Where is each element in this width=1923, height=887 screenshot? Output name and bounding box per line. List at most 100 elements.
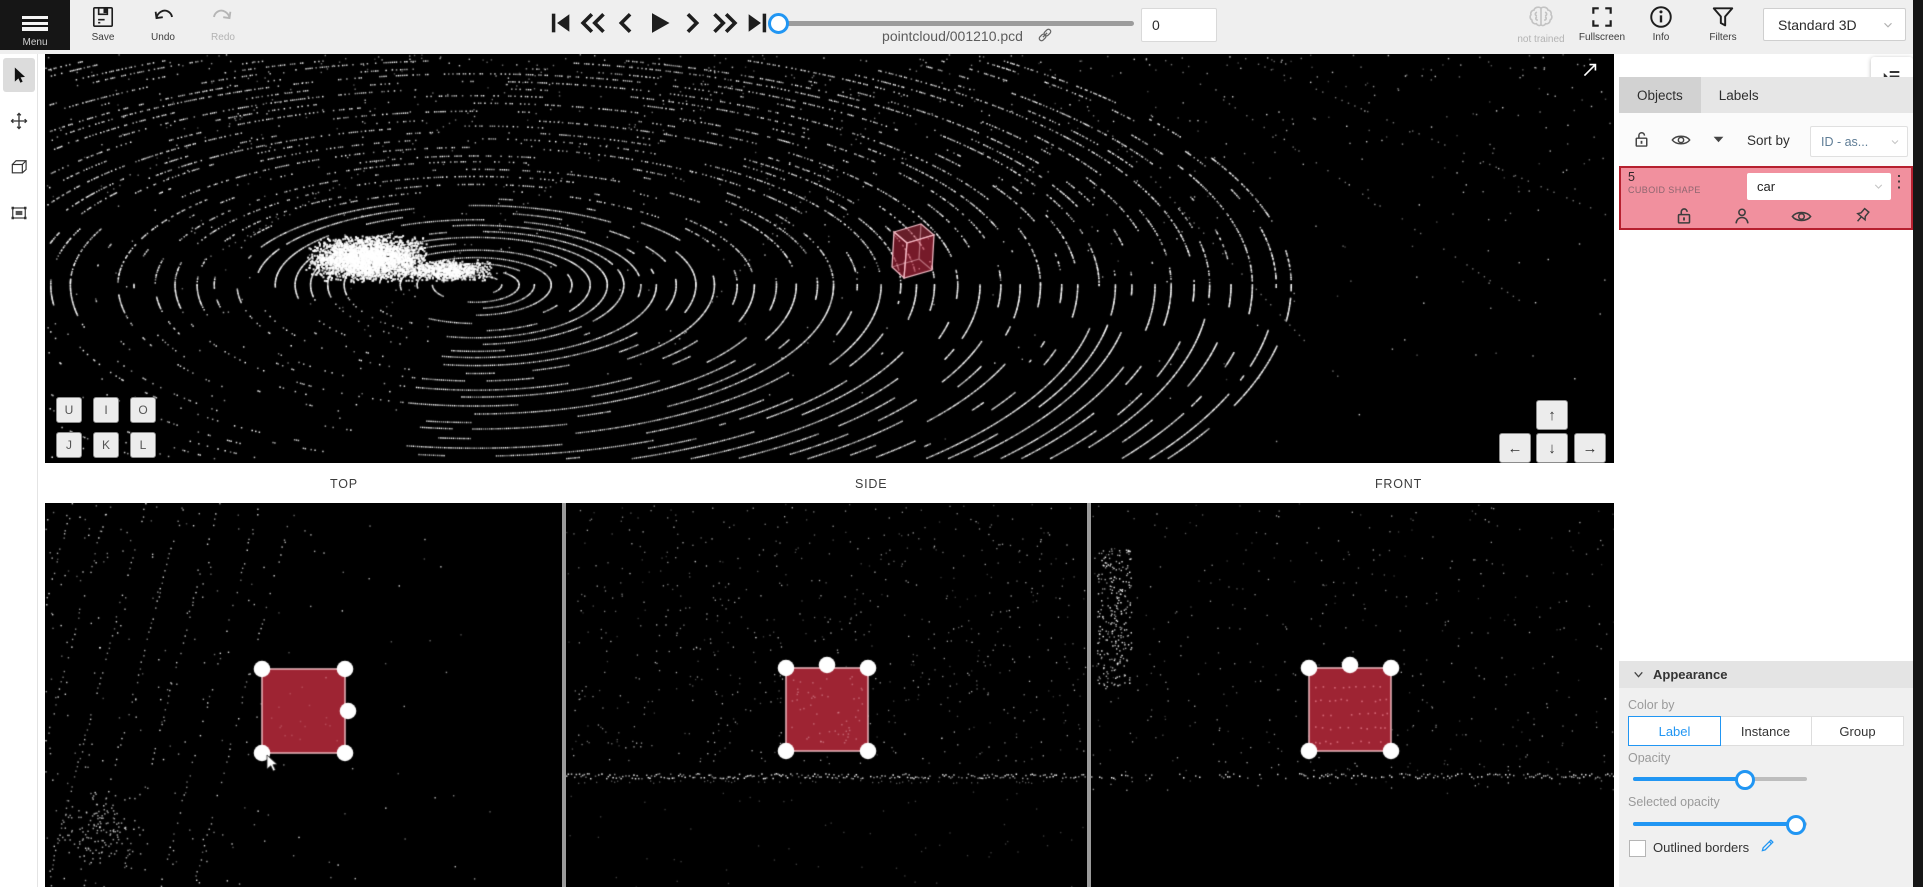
selected-opacity-label: Selected opacity [1628, 795, 1720, 809]
outlined-borders-checkbox[interactable] [1629, 840, 1646, 857]
expand-list-button[interactable] [1712, 133, 1725, 146]
fast-forward-button[interactable] [711, 9, 739, 37]
right-arrow-icon: → [1583, 440, 1598, 457]
frame-slider-track[interactable] [776, 21, 1134, 26]
hamburger-icon [22, 14, 48, 33]
side-view-label: SIDE [855, 477, 887, 491]
cuboid-annotation-top-view[interactable] [262, 669, 345, 753]
save-button[interactable]: Save [74, 4, 132, 43]
pan-down-button[interactable]: ↓ [1536, 433, 1568, 463]
brain-icon [1527, 4, 1555, 32]
viewport-label-row: TOP SIDE FRONT [45, 463, 1614, 503]
frame-slider-handle[interactable] [768, 13, 789, 34]
category-value: car [1757, 179, 1775, 194]
next-frame-button[interactable] [678, 9, 706, 37]
lock-all-button[interactable] [1631, 129, 1652, 150]
redo-label: Redo [211, 32, 235, 43]
view-mode-dropdown[interactable]: Standard 3D [1763, 8, 1906, 41]
key-u-label: U [65, 403, 74, 417]
redo-icon [210, 4, 236, 30]
object-menu-button[interactable]: ⋮ [1889, 170, 1909, 196]
cuboid-annotation-front-view[interactable] [1309, 668, 1391, 751]
color-by-instance-button[interactable]: Instance [1720, 717, 1812, 745]
outlined-borders-label: Outlined borders [1653, 840, 1749, 855]
objects-panel: Objects Labels Sort by ID - as... 5 [1619, 54, 1913, 887]
key-k[interactable]: K [93, 432, 119, 458]
object-assign-button[interactable] [1730, 204, 1754, 228]
selected-opacity-slider-handle[interactable] [1786, 815, 1806, 835]
key-i[interactable]: I [93, 397, 119, 423]
cuboid-annotation-3d[interactable] [892, 224, 936, 282]
select-tool-button[interactable] [3, 58, 35, 92]
play-button[interactable] [645, 9, 673, 37]
undo-icon [150, 4, 176, 30]
fast-rewind-button[interactable] [579, 9, 607, 37]
move-tool-button[interactable] [3, 104, 35, 138]
main-3d-viewport[interactable] [45, 54, 1614, 463]
pan-up-button[interactable]: ↑ [1536, 400, 1568, 430]
key-o[interactable]: O [130, 397, 156, 423]
info-icon [1648, 4, 1674, 30]
object-visibility-button[interactable] [1789, 204, 1813, 228]
tab-objects[interactable]: Objects [1619, 77, 1701, 113]
up-arrow-icon: ↑ [1548, 407, 1556, 424]
sort-dropdown[interactable]: ID - as... [1810, 126, 1908, 157]
expand-view-icon[interactable] [1578, 60, 1600, 82]
filters-label: Filters [1709, 32, 1736, 43]
menu-button[interactable]: Menu [0, 0, 70, 50]
playback-controls [546, 9, 772, 37]
pan-right-button[interactable]: → [1574, 433, 1606, 463]
list-controls-row: Sort by ID - as... [1619, 113, 1913, 167]
edit-outline-color-icon[interactable] [1759, 836, 1777, 854]
cursor-icon [9, 65, 29, 85]
object-lock-button[interactable] [1672, 204, 1696, 228]
color-by-group-button[interactable]: Group [1812, 717, 1903, 745]
save-label: Save [92, 32, 115, 43]
redo-button[interactable]: Redo [194, 4, 252, 43]
object-id: 5 [1628, 170, 1635, 184]
color-by-group-text: Group [1839, 724, 1875, 739]
undo-button[interactable]: Undo [134, 4, 192, 43]
tool-sidebar [0, 54, 38, 887]
opacity-label: Opacity [1628, 751, 1670, 765]
object-shape-type: CUBOID SHAPE [1628, 185, 1701, 195]
info-label: Info [1653, 32, 1670, 43]
tab-labels[interactable]: Labels [1701, 77, 1777, 113]
view-mode-value: Standard 3D [1778, 17, 1857, 33]
info-button[interactable]: Info [1632, 4, 1690, 43]
color-by-label-text: Label [1659, 724, 1691, 739]
link-icon[interactable] [1036, 26, 1054, 44]
annotation-app: Menu Save Undo [0, 0, 1923, 887]
key-u[interactable]: U [56, 397, 82, 423]
selected-opacity-slider-track[interactable] [1633, 822, 1807, 826]
fullscreen-label: Fullscreen [1579, 32, 1625, 43]
image-tool-button[interactable] [3, 196, 35, 230]
color-by-button-group: Label Instance Group [1628, 716, 1904, 746]
skip-start-button[interactable] [546, 9, 574, 37]
previous-frame-button[interactable] [612, 9, 640, 37]
filters-button[interactable]: Filters [1694, 4, 1752, 43]
triangle-down-icon [1712, 133, 1725, 146]
lock-open-icon [1673, 205, 1695, 227]
frame-number-input[interactable] [1141, 8, 1217, 42]
front-view-label: FRONT [1375, 477, 1422, 491]
object-pin-button[interactable] [1850, 204, 1874, 228]
object-list-item-selected[interactable]: 5 CUBOID SHAPE car ⋮ [1619, 166, 1913, 230]
cuboid-annotation-side-view[interactable] [786, 668, 868, 751]
show-all-button[interactable] [1670, 129, 1692, 151]
pan-left-button[interactable]: ← [1499, 433, 1531, 463]
pin-icon [1851, 205, 1873, 227]
color-by-label-button[interactable]: Label [1628, 716, 1721, 746]
opacity-slider-track[interactable] [1633, 777, 1807, 781]
appearance-section-header[interactable]: Appearance [1619, 661, 1913, 688]
fullscreen-button[interactable]: Fullscreen [1573, 4, 1631, 43]
fullscreen-icon [1589, 4, 1615, 30]
key-j[interactable]: J [56, 432, 82, 458]
lock-open-icon [1631, 129, 1652, 150]
key-l[interactable]: L [130, 432, 156, 458]
cuboid-tool-button[interactable] [3, 150, 35, 184]
appearance-title: Appearance [1653, 667, 1727, 682]
chevron-down-icon [1889, 136, 1901, 148]
category-dropdown[interactable]: car [1747, 173, 1891, 200]
key-j-label: J [66, 438, 72, 452]
